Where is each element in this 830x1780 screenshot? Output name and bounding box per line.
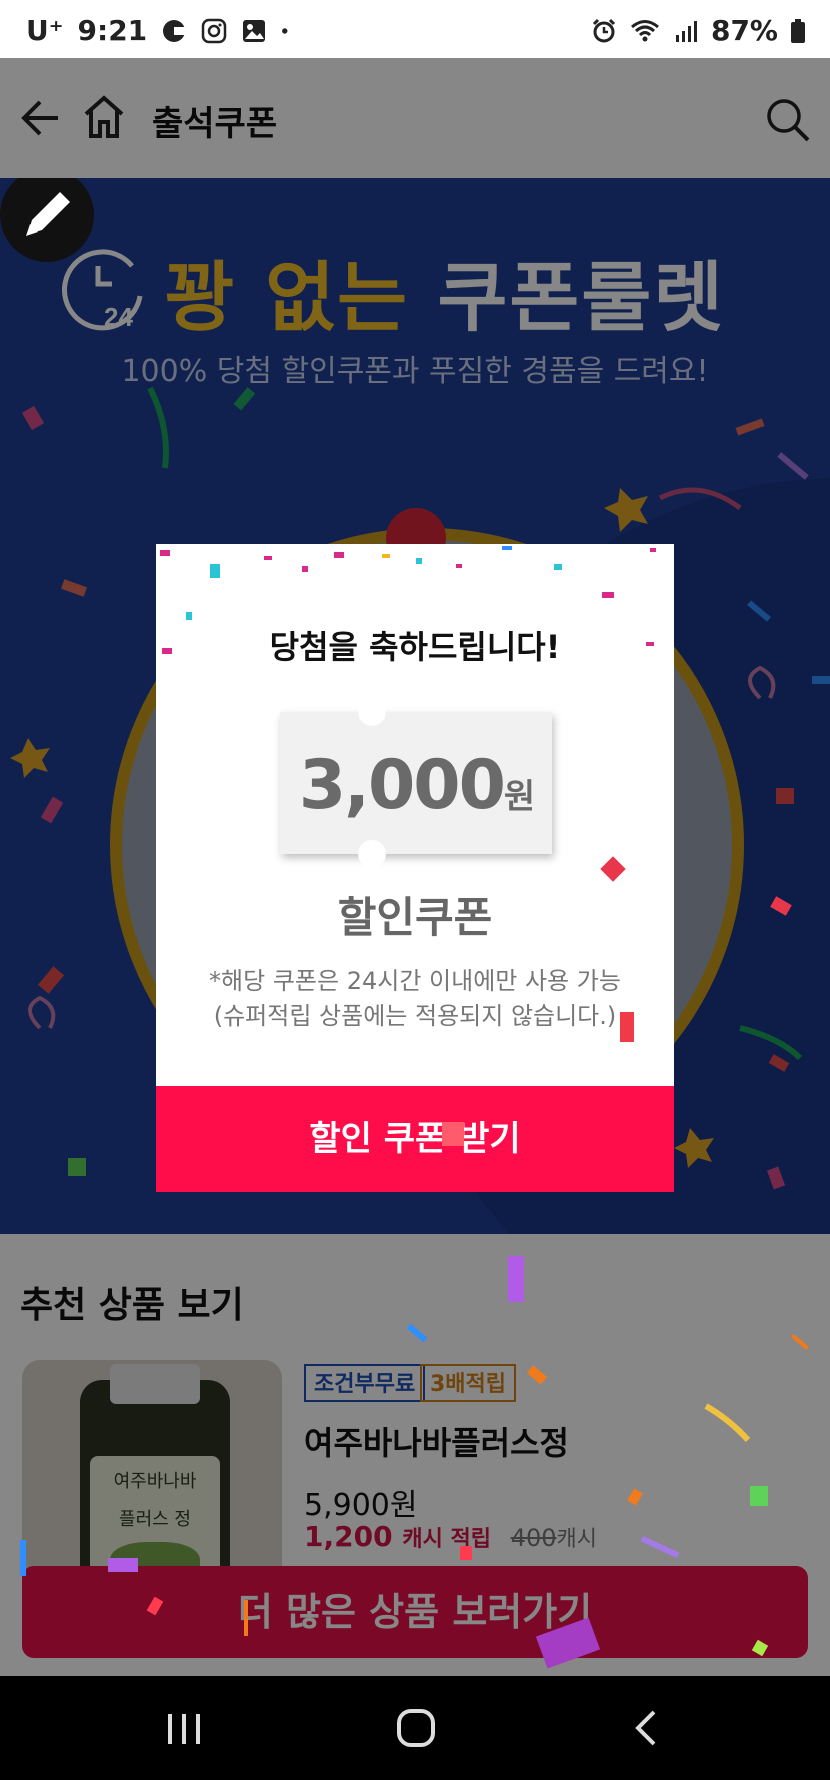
- pencil-icon: [26, 192, 70, 236]
- home-nav-icon[interactable]: [392, 1706, 440, 1750]
- recents-icon[interactable]: [160, 1706, 208, 1750]
- battery-label: 87%: [710, 14, 778, 47]
- carrier-label: U⁺: [26, 14, 64, 47]
- dot-icon: [282, 27, 288, 34]
- battery-icon: [791, 18, 805, 43]
- edit-fab[interactable]: [0, 178, 94, 262]
- gallery-icon: [243, 19, 266, 42]
- alarm-icon: [592, 18, 616, 42]
- foreground-confetti: [20, 856, 809, 1669]
- modal-title: 당첨을 축하드립니다!: [269, 628, 561, 666]
- wifi-icon: [631, 19, 659, 41]
- time-label: 9:21: [77, 14, 148, 47]
- ticket-notch-top: [358, 698, 386, 726]
- back-nav-icon[interactable]: [624, 1706, 672, 1750]
- instagram-icon: [201, 18, 227, 43]
- signal-icon: [675, 20, 697, 42]
- status-bar: U⁺ 9:21 87%: [0, 0, 830, 58]
- tmap-icon: [163, 19, 187, 42]
